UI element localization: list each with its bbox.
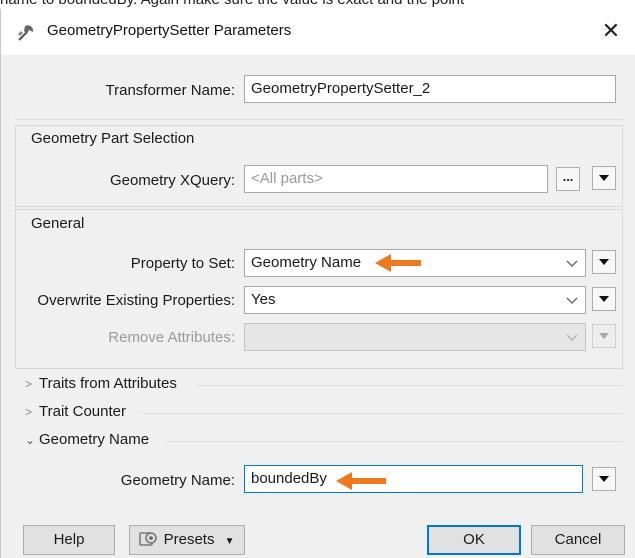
close-button[interactable]: ✕ xyxy=(597,17,625,45)
xquery-edit-button[interactable]: ... xyxy=(556,167,580,191)
divider xyxy=(15,119,623,120)
triangle-down-icon xyxy=(599,333,609,339)
chevron-right-icon: > xyxy=(25,377,33,391)
property-to-set-label: Property to Set: xyxy=(130,255,235,272)
chevron-down-icon: ⌄ xyxy=(25,433,36,447)
help-button[interactable]: Help xyxy=(23,525,115,555)
ok-button[interactable]: OK xyxy=(427,525,521,555)
overwrite-properties-value: Yes xyxy=(251,291,276,308)
presets-button[interactable]: Presets ▼ xyxy=(129,525,245,555)
close-icon: ✕ xyxy=(601,18,621,43)
property-to-set-menu-button[interactable] xyxy=(592,250,616,274)
chevron-down-icon xyxy=(566,297,578,304)
transformer-name-label: Transformer Name: xyxy=(105,82,235,99)
general-title: General xyxy=(29,215,87,232)
overwrite-properties-label: Overwrite Existing Properties: xyxy=(37,292,235,309)
chevron-down-icon xyxy=(566,260,578,267)
triangle-down-icon xyxy=(599,175,609,181)
section-trait-counter[interactable]: > Trait Counter xyxy=(25,403,126,420)
parameters-dialog: GeometryPropertySetter Parameters ✕ Tran… xyxy=(0,9,635,558)
xquery-input[interactable]: <All parts> xyxy=(244,165,548,193)
transformer-name-input[interactable]: GeometryPropertySetter_2 xyxy=(244,75,616,103)
divider xyxy=(196,385,623,386)
dialog-title: GeometryPropertySetter Parameters xyxy=(47,22,292,39)
geometry-setter-icon xyxy=(18,25,34,41)
triangle-down-icon xyxy=(599,259,609,265)
xquery-label: Geometry XQuery: xyxy=(109,172,235,189)
chevron-down-icon xyxy=(566,334,578,341)
geometry-name-menu-button[interactable] xyxy=(592,467,616,491)
geometry-name-label: Geometry Name: xyxy=(120,472,235,489)
remove-attributes-label: Remove Attributes: xyxy=(108,329,235,346)
presets-icon xyxy=(139,532,158,546)
section-geometry-name[interactable]: ⌄ Geometry Name xyxy=(25,431,149,448)
section-geometry-name-label: Geometry Name xyxy=(39,431,150,448)
overwrite-properties-select[interactable]: Yes xyxy=(244,286,586,314)
section-traits-from-attributes[interactable]: > Traits from Attributes xyxy=(25,375,177,392)
overwrite-properties-menu-button[interactable] xyxy=(592,287,616,311)
part-selection-title: Geometry Part Selection xyxy=(29,130,197,147)
presets-label: Presets xyxy=(163,531,215,548)
section-trait-counter-label: Trait Counter xyxy=(39,403,126,420)
annotation-arrow-icon xyxy=(375,254,421,272)
cancel-button[interactable]: Cancel xyxy=(531,525,625,555)
triangle-down-icon: ▼ xyxy=(224,536,235,547)
annotation-arrow-icon xyxy=(336,472,386,490)
xquery-menu-button[interactable] xyxy=(592,166,616,190)
triangle-down-icon xyxy=(599,296,609,302)
divider xyxy=(166,441,623,442)
geometry-name-input[interactable]: boundedBy xyxy=(244,465,583,493)
triangle-down-icon xyxy=(599,476,609,482)
chevron-right-icon: > xyxy=(25,405,33,419)
remove-attributes-select[interactable] xyxy=(244,323,586,351)
remove-attributes-menu-button[interactable] xyxy=(592,324,616,348)
background-document-text: name to boundedBy. Again make sure the v… xyxy=(0,0,635,9)
divider xyxy=(141,413,623,414)
ellipsis-label: ... xyxy=(562,169,574,184)
property-to-set-value: Geometry Name xyxy=(251,254,362,271)
section-traits-label: Traits from Attributes xyxy=(39,375,177,392)
title-bar: GeometryPropertySetter Parameters ✕ xyxy=(1,9,635,55)
